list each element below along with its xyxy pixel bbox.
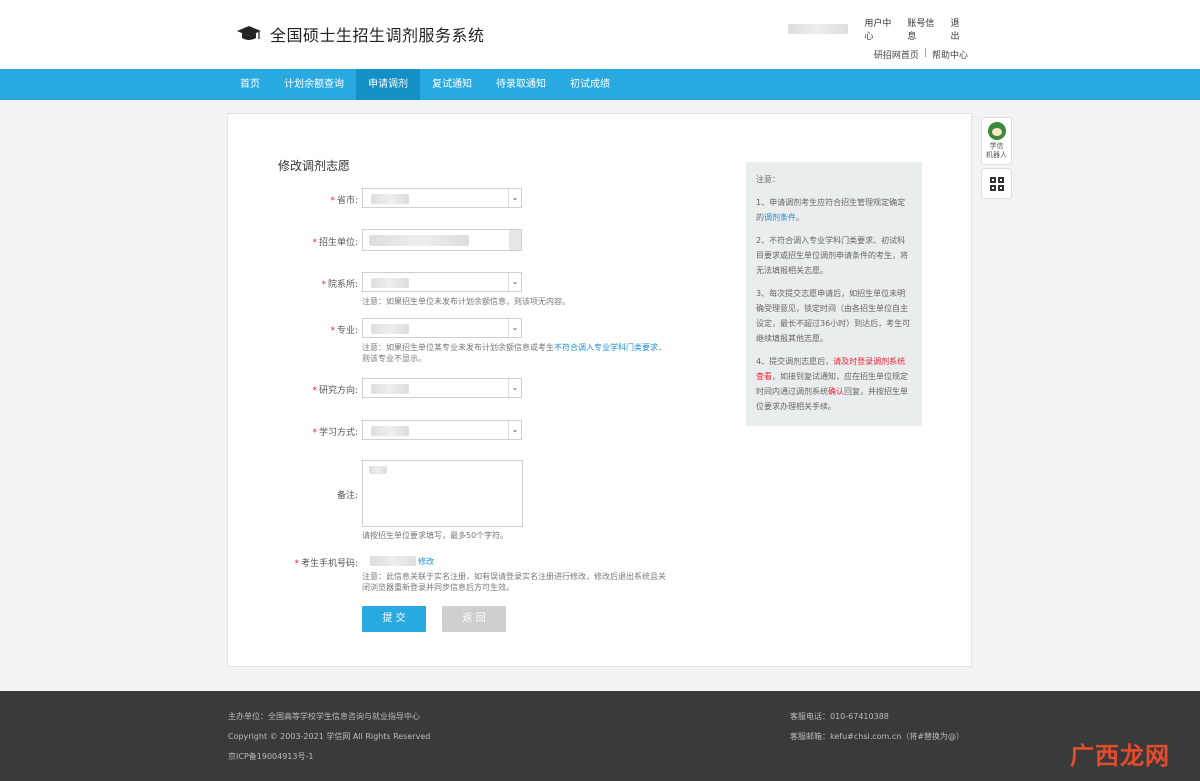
unit-label: * 招生单位: (312, 238, 358, 248)
adjust-condition-link[interactable]: 调剂条件 (764, 213, 796, 222)
major-value-redacted (371, 324, 409, 334)
direction-select[interactable]: ⌄ (362, 378, 522, 398)
back-button[interactable]: 返 回 (442, 606, 506, 632)
remark-hint: 请按招生单位要求填写，最多50个字符。 (362, 531, 509, 540)
help-center-link[interactable]: 帮助中心 (932, 48, 968, 61)
robot-label: 学信 机器人 (986, 142, 1007, 159)
direction-label: * 研究方向: (312, 386, 358, 396)
footer-copyright: Copyright © 2003-2021 学信网 All Rights Res… (228, 732, 431, 741)
phone-value-redacted (370, 556, 416, 566)
unit-value-redacted (369, 235, 469, 246)
notice-item-1: 1、申请调剂考生应符合招生管理规定确定的调剂条件。 (756, 198, 906, 222)
department-label: * 院系所: (321, 280, 358, 290)
footer-host: 主办单位：全国高等学校学生信息咨询与就业指导中心 (228, 712, 420, 721)
major-select[interactable]: ⌄ (362, 318, 522, 338)
nav-apply-adjustment[interactable]: 申请调剂 (356, 69, 420, 100)
phone-hint: 注意：此信息关联于实名注册，如有误请登录实名注册进行修改，修改后退出系统且关闭浏… (362, 572, 666, 592)
major-requirement-link[interactable]: 不符合调入专业学科门类要求 (554, 343, 658, 352)
notice-title: 注意： (756, 175, 780, 184)
username-redacted (788, 24, 849, 34)
notice-item-3: 3、每次提交志愿申请后，如招生单位未明确受理意见，锁定时间（由各招生单位自主设定… (756, 289, 911, 343)
direction-value-redacted (371, 384, 409, 394)
study-mode-value-redacted (371, 426, 409, 436)
logo[interactable]: 全国硕士生招生调剂服务系统 (236, 22, 485, 46)
department-value-redacted (371, 278, 409, 288)
nav-retest-notice[interactable]: 复试通知 (420, 69, 484, 100)
nav-home[interactable]: 首页 (228, 69, 272, 100)
account-info-link[interactable]: 账号信息 (907, 16, 942, 42)
province-value-redacted (371, 194, 409, 204)
remark-label: 备注: (336, 491, 358, 501)
chevron-down-icon: ⌄ (508, 319, 521, 337)
phone-edit-link[interactable]: 修改 (418, 556, 434, 567)
link-separator: | (923, 48, 927, 58)
department-select[interactable]: ⌄ (362, 272, 522, 292)
chevron-down-icon: ⌄ (508, 189, 521, 207)
form-title: 修改调剂志愿 (278, 159, 351, 173)
nav-plan-query[interactable]: 计划余额查询 (272, 69, 356, 100)
study-mode-select[interactable]: ⌄ (362, 420, 522, 440)
department-hint: 注意：如果招生单位未发布计划余额信息，则该项无内容。 (362, 297, 570, 306)
user-area: 用户中心 账号信息 退出 研招网首页 | 帮助中心 (788, 16, 968, 61)
footer-phone: 客服电话：010-67410388 (790, 712, 889, 721)
footer-email: 客服邮箱：kefu#chsi.com.cn（将#替换为@） (790, 732, 965, 741)
nav-initial-scores[interactable]: 初试成绩 (558, 69, 622, 100)
province-select[interactable]: ⌄ (362, 188, 522, 208)
notice-item-4: 4、提交调剂志愿后，请及时登录调剂系统查看，如接到复试通知，应在招生单位规定时间… (756, 357, 908, 411)
main-nav: 首页 计划余额查询 申请调剂 复试通知 待录取通知 初试成绩 (0, 69, 1200, 100)
qr-code-icon (989, 176, 1004, 191)
major-label: * 专业: (330, 326, 358, 336)
chevron-down-icon: ⌄ (508, 273, 521, 291)
yanzhao-home-link[interactable]: 研招网首页 (874, 48, 919, 61)
notice-panel: 注意： 1、申请调剂考生应符合招生管理规定确定的调剂条件。 2、不符合调入专业学… (746, 162, 922, 426)
province-label: * 省市: (330, 196, 358, 206)
logout-link[interactable]: 退出 (950, 16, 968, 42)
user-center-link[interactable]: 用户中心 (864, 16, 899, 42)
remark-textarea[interactable] (362, 460, 523, 527)
nav-admission-notice[interactable]: 待录取通知 (484, 69, 558, 100)
submit-button[interactable]: 提 交 (362, 606, 426, 632)
form-card: 修改调剂志愿 * 省市: ⌄ * 招生单位: * 院系所: ⌄ 注意：如果招生单位未发… (227, 113, 972, 667)
chevron-down-icon: ⌄ (508, 379, 521, 397)
footer-icp[interactable]: 京ICP备19004913号-1 (228, 751, 313, 762)
unit-field[interactable] (362, 229, 522, 251)
footer: 主办单位：全国高等学校学生信息咨询与就业指导中心 Copyright © 200… (0, 691, 1200, 781)
major-hint: 注意：如果招生单位某专业未发布计划余额信息或考生不符合调入专业学科门类要求，则该… (362, 343, 666, 363)
site-title: 全国硕士生招生调剂服务系统 (270, 26, 485, 45)
qr-widget[interactable] (981, 168, 1012, 199)
robot-icon (987, 122, 1006, 140)
header: 全国硕士生招生调剂服务系统 用户中心 账号信息 退出 研招网首页 | 帮助中心 (0, 0, 1200, 69)
chevron-down-icon: ⌄ (508, 421, 521, 439)
remark-value-redacted (369, 466, 387, 474)
study-mode-label: * 学习方式: (312, 428, 358, 438)
watermark-logo: 广西龙网 (1070, 742, 1170, 770)
graduation-cap-icon (237, 26, 261, 40)
phone-label: * 考生手机号码: (294, 559, 358, 569)
notice-item-2: 2、不符合调入专业学科门类要求、初试科目要求或招生单位调剂申请条件的考生，将无法… (756, 236, 908, 275)
field-scrollbar[interactable] (509, 230, 521, 250)
robot-widget[interactable]: 学信 机器人 (981, 117, 1012, 165)
